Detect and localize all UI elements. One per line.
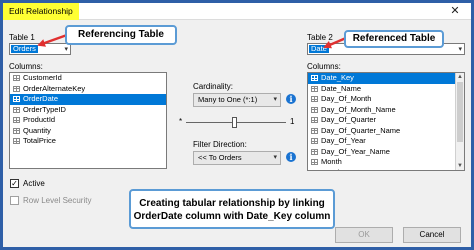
column-name: Day_Of_Year_Name bbox=[321, 146, 390, 156]
column-grid-icon bbox=[311, 106, 318, 113]
column-list-item[interactable]: Day_Of_Quarter bbox=[308, 115, 464, 126]
column-list-item[interactable]: Date_Key bbox=[308, 73, 464, 84]
column-grid-icon bbox=[13, 127, 20, 134]
column-list-item[interactable]: OrderAlternateKey bbox=[10, 84, 166, 95]
table1-columns-label: Columns: bbox=[9, 62, 43, 71]
column-grid-icon bbox=[311, 85, 318, 92]
chevron-down-icon: ▾ bbox=[64, 46, 68, 53]
cardinality-label: Cardinality: bbox=[193, 82, 234, 91]
referenced-table-callout: Referenced Table bbox=[344, 30, 444, 48]
cardinality-slider-thumb[interactable] bbox=[232, 117, 237, 128]
table2-columns-label: Columns: bbox=[307, 62, 341, 71]
table2-columns-list[interactable]: Date_Key Date_Name Day_Of_Month Day_Of_Mont… bbox=[307, 72, 465, 171]
table1-selected-value: Orders bbox=[11, 44, 38, 53]
note-line-2: OrderDate column with Date_Key column bbox=[133, 211, 331, 222]
column-list-item[interactable]: Day_Of_Month_Name bbox=[308, 105, 464, 116]
table1-combo[interactable]: Orders ▾ bbox=[9, 43, 71, 55]
column-list-item[interactable]: Quantity bbox=[10, 126, 166, 137]
column-name: Date_Name bbox=[321, 83, 362, 93]
column-name: TotalPrice bbox=[23, 136, 56, 145]
note-line-1: Creating tabular relationship by linking bbox=[139, 198, 325, 209]
scroll-down-icon[interactable]: ▼ bbox=[456, 162, 464, 170]
column-grid-icon bbox=[311, 138, 318, 144]
column-list-item[interactable]: Day_Of_Year bbox=[308, 136, 464, 147]
table2-scrollbar[interactable]: ▲ ▼ bbox=[455, 73, 464, 170]
column-name: Month bbox=[321, 157, 342, 166]
info-icon[interactable]: i bbox=[286, 152, 296, 162]
column-name: Day_Of_Quarter_Name bbox=[321, 125, 401, 135]
active-checkbox[interactable]: ✓ bbox=[10, 179, 19, 188]
column-grid-icon bbox=[13, 96, 20, 102]
active-label: Active bbox=[23, 179, 45, 188]
ok-button[interactable]: OK bbox=[335, 227, 393, 243]
chevron-down-icon: ▾ bbox=[273, 96, 277, 103]
column-grid-icon bbox=[13, 117, 20, 123]
column-grid-icon bbox=[311, 75, 318, 81]
column-list-item[interactable]: Day_Of_Quarter_Name bbox=[308, 126, 464, 137]
relationship-note-callout: Creating tabular relationship by linking… bbox=[129, 189, 335, 229]
referencing-table-callout: Referencing Table bbox=[65, 25, 177, 45]
edit-relationship-dialog: Edit Relationship ✕ Table 1 Orders ▾ Col… bbox=[0, 0, 474, 250]
column-grid-icon bbox=[311, 127, 318, 134]
column-name: Day_Of_Month_Name bbox=[321, 104, 396, 114]
cardinality-one-mark: 1 bbox=[290, 117, 295, 126]
column-name: Month_Name bbox=[321, 168, 366, 171]
cardinality-value: Many to One (*:1) bbox=[198, 95, 258, 104]
table2-selected-value: Date bbox=[309, 44, 329, 53]
table2-label: Table 2 bbox=[307, 33, 333, 42]
column-grid-icon bbox=[311, 96, 318, 102]
column-grid-icon bbox=[311, 169, 318, 170]
column-list-item[interactable]: OrderDate bbox=[10, 94, 166, 105]
close-button[interactable]: ✕ bbox=[449, 5, 461, 17]
cancel-button[interactable]: Cancel bbox=[403, 227, 461, 243]
column-list-item[interactable]: Month bbox=[308, 157, 464, 168]
cardinality-dropdown[interactable]: Many to One (*:1) ▾ bbox=[193, 93, 281, 107]
column-list-item[interactable]: Month_Name bbox=[308, 168, 464, 171]
column-list-item[interactable]: CustomerId bbox=[10, 73, 166, 84]
scrollbar-thumb[interactable] bbox=[457, 82, 463, 142]
column-list-item[interactable]: OrderTypeID bbox=[10, 105, 166, 116]
column-list-item[interactable]: TotalPrice bbox=[10, 136, 166, 147]
column-name: Day_Of_Month bbox=[321, 94, 372, 103]
column-grid-icon bbox=[311, 159, 318, 165]
column-name: Quantity bbox=[23, 125, 51, 135]
filter-direction-value: << To Orders bbox=[198, 153, 242, 162]
cardinality-many-mark: * bbox=[179, 117, 183, 126]
column-list-item[interactable]: Date_Name bbox=[308, 84, 464, 95]
info-icon[interactable]: i bbox=[286, 94, 296, 104]
window-title: Edit Relationship bbox=[3, 3, 79, 20]
column-grid-icon bbox=[13, 138, 20, 144]
chevron-down-icon: ▾ bbox=[273, 154, 277, 161]
column-name: ProductId bbox=[23, 115, 56, 124]
column-name: OrderDate bbox=[23, 94, 59, 103]
column-grid-icon bbox=[13, 106, 20, 113]
column-list-item[interactable]: Day_Of_Month bbox=[308, 94, 464, 105]
column-name: CustomerId bbox=[23, 73, 62, 82]
table1-columns-list[interactable]: CustomerId OrderAlternateKey OrderDate Orde… bbox=[9, 72, 167, 169]
row-level-security-label: Row Level Security bbox=[23, 196, 92, 205]
filter-direction-dropdown[interactable]: << To Orders ▾ bbox=[193, 151, 281, 165]
chevron-down-icon: ▾ bbox=[458, 46, 462, 53]
column-name: OrderAlternateKey bbox=[23, 83, 86, 93]
column-grid-icon bbox=[13, 85, 20, 92]
column-name: Date_Key bbox=[321, 73, 354, 82]
title-bar: Edit Relationship ✕ bbox=[3, 3, 471, 20]
column-grid-icon bbox=[311, 148, 318, 155]
column-list-item[interactable]: ProductId bbox=[10, 115, 166, 126]
column-grid-icon bbox=[13, 75, 20, 81]
column-name: Day_Of_Quarter bbox=[321, 115, 377, 124]
table1-label: Table 1 bbox=[9, 33, 35, 42]
column-list-item[interactable]: Day_Of_Year_Name bbox=[308, 147, 464, 158]
column-grid-icon bbox=[311, 117, 318, 123]
filter-direction-label: Filter Direction: bbox=[193, 140, 247, 149]
scroll-up-icon[interactable]: ▲ bbox=[456, 73, 464, 81]
column-name: OrderTypeID bbox=[23, 104, 66, 114]
row-level-security-checkbox[interactable] bbox=[10, 196, 19, 205]
column-name: Day_Of_Year bbox=[321, 136, 366, 145]
